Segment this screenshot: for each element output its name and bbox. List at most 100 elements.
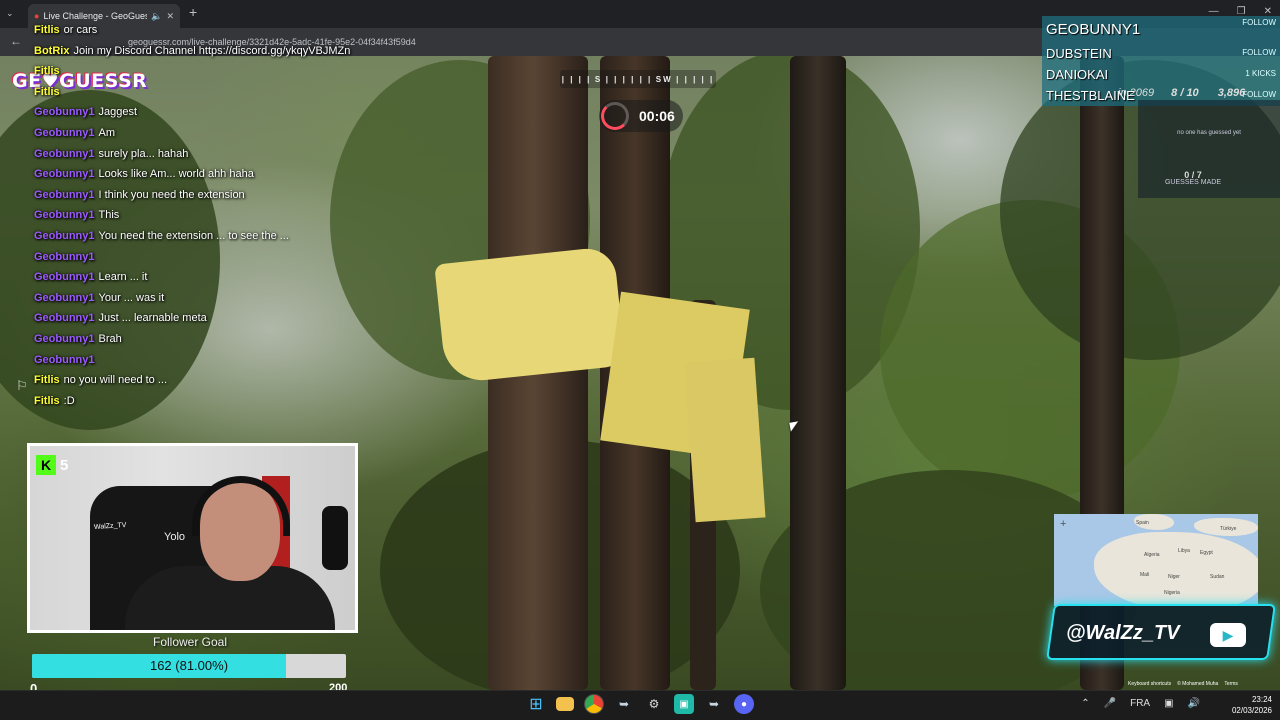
leaderboard-follow[interactable]: FOLLOW xyxy=(1242,48,1276,57)
network-icon[interactable]: ▣ xyxy=(1164,698,1173,709)
chat-message: Geobunny1 xyxy=(34,352,394,373)
leaderboard-follow[interactable]: 1 KICKS xyxy=(1245,69,1276,78)
yellow-prayer-cloth xyxy=(434,245,626,385)
yellow-prayer-cloth xyxy=(684,357,766,523)
chat-message: Geobunny1 Am xyxy=(34,125,394,146)
tree-trunk xyxy=(790,56,846,690)
chat-username[interactable]: Geobunny1 xyxy=(34,292,95,304)
language-indicator[interactable]: FRA xyxy=(1130,698,1150,709)
system-tray: ⌃ 🎤 FRA ▣ 🔊 xyxy=(1081,698,1200,709)
chat-text: Your ... was it xyxy=(98,291,165,304)
chat-text: Just ... learnable meta xyxy=(98,312,207,325)
timer-text: 00:06 xyxy=(639,108,675,124)
chat-icon: ⚐ xyxy=(16,378,28,393)
map-label: Algeria xyxy=(1144,552,1160,558)
chat-username[interactable]: Geobunny1 xyxy=(34,148,95,160)
chat-message: Fitlis:D xyxy=(34,393,394,414)
chat-username[interactable]: Fitlis xyxy=(34,395,60,407)
follower-goal-progress: 162 (81.00%) xyxy=(149,658,229,673)
chat-username[interactable]: Geobunny1 xyxy=(34,127,95,139)
microphone xyxy=(322,506,348,570)
chat-text: Brah xyxy=(98,332,122,345)
chat-username[interactable]: Geobunny1 xyxy=(34,312,95,324)
back-arrow-icon[interactable]: ← xyxy=(10,34,22,48)
chat-message: Geobunny1 I think you need the extension xyxy=(34,187,394,208)
chat-message: Geobunny1 Just ... learnable meta xyxy=(34,310,394,331)
file-explorer-icon[interactable] xyxy=(556,697,574,711)
compass: | | | | S | | | | | | SW | | | | | xyxy=(560,70,716,88)
round-label: in 2069 xyxy=(1118,87,1155,99)
chat-username[interactable]: Geobunny1 xyxy=(34,168,95,180)
chat-text: You need the extension ... to see the ..… xyxy=(98,229,289,242)
location-pin-icon: ● xyxy=(34,11,40,21)
chat-message: Fitlis no you will need to ... xyxy=(34,372,394,393)
chat-username[interactable]: Fitlis xyxy=(34,65,60,77)
close-icon[interactable]: ✕ xyxy=(166,11,174,22)
volume-icon[interactable]: 🔊 xyxy=(1188,698,1200,709)
microphone-icon[interactable]: 🎤 xyxy=(1104,698,1116,709)
chat-username[interactable]: Geobunny1 xyxy=(34,354,95,366)
guess-minimap[interactable]: Spain Türkiye Algeria Libya Egypt Mali N… xyxy=(1054,514,1258,606)
map-label: Niger xyxy=(1168,574,1180,580)
chat-message: Geobunny1 Jaggest xyxy=(34,104,394,125)
leaderboard-follow[interactable]: FOLLOW xyxy=(1242,18,1276,27)
plus-icon[interactable]: + xyxy=(189,4,197,20)
chevron-down-icon[interactable]: ⌄ xyxy=(6,8,14,19)
chat-message: Geobunny1 xyxy=(34,249,394,270)
chat-username[interactable]: Geobunny1 xyxy=(34,209,95,221)
steam-icon[interactable]: ➥ xyxy=(704,694,724,714)
map-footer: Keyboard shortcuts © Mohamed Muha Terms xyxy=(1128,681,1238,687)
chat-message: Fitlis xyxy=(34,63,394,84)
round-score: 3,896 xyxy=(1217,87,1246,99)
map-label: Türkiye xyxy=(1220,526,1237,532)
leaderboard-player: DUBSTEIN xyxy=(1046,46,1112,61)
chat-username[interactable]: Geobunny1 xyxy=(34,106,95,118)
chat-text: I think you need the extension xyxy=(98,188,245,201)
chat-text: Learn ... it xyxy=(98,271,148,284)
map-label: Mali xyxy=(1140,572,1150,578)
windows-start-icon[interactable]: ⊞ xyxy=(526,694,546,714)
compass-tick: | | | | | xyxy=(676,74,715,84)
compass-direction: S xyxy=(594,74,603,84)
stream-chat: Fitlis or cars BotRix Join my Discord Chann… xyxy=(34,22,394,413)
compass-direction: SW xyxy=(655,74,673,84)
chat-text: This xyxy=(98,209,120,222)
chat-message: Geobunny1 You need the extension ... to s… xyxy=(34,228,394,249)
steam-icon[interactable]: ➥ xyxy=(614,694,634,714)
chrome-icon[interactable] xyxy=(584,694,604,714)
timer-ring-icon xyxy=(601,102,629,130)
map-label: Egypt xyxy=(1200,550,1213,556)
chat-username[interactable]: Geobunny1 xyxy=(34,333,95,345)
chat-username[interactable]: BotRix xyxy=(34,45,69,57)
map-label: Libya xyxy=(1178,548,1190,554)
chat-message: Fitlis xyxy=(34,84,394,105)
taskbar-clock[interactable]: 23:24 02/03/2026 xyxy=(1232,694,1272,716)
settings-icon[interactable]: ⚙ xyxy=(644,694,664,714)
chat-message: Geobunny1 This xyxy=(34,207,394,228)
kick-viewers-badge: K 5 xyxy=(36,455,68,475)
chat-username[interactable]: Fitlis xyxy=(34,24,60,36)
chat-message: Geobunny1 Looks like Am... world ahh haha xyxy=(34,166,394,187)
terms-link[interactable]: Terms xyxy=(1224,681,1238,687)
chat-username[interactable]: Fitlis xyxy=(34,374,60,386)
leaderboard-follow[interactable]: FOLLOW xyxy=(1242,90,1276,99)
kick-viewer-count: 5 xyxy=(60,456,69,474)
map-zoom-in-button[interactable]: + xyxy=(1060,518,1066,530)
app-icon[interactable]: ▣ xyxy=(674,694,694,714)
map-label: Spain xyxy=(1136,520,1149,526)
streamer-webcam: Yolo WalZz_TV xyxy=(27,443,358,633)
chat-text: Jaggest xyxy=(98,106,138,119)
chat-username[interactable]: Geobunny1 xyxy=(34,271,95,283)
speaker-icon[interactable]: 🔈 xyxy=(151,11,162,22)
chat-text: Join my Discord Channel https://discord.… xyxy=(73,44,351,57)
chat-username[interactable]: Geobunny1 xyxy=(34,251,95,263)
discord-icon[interactable]: ● xyxy=(734,694,754,714)
chevron-up-icon[interactable]: ⌃ xyxy=(1081,698,1089,709)
chat-text: or cars xyxy=(63,24,98,36)
map-label: Nigeria xyxy=(1164,590,1180,596)
chat-username[interactable]: Geobunny1 xyxy=(34,230,95,242)
chat-username[interactable]: Geobunny1 xyxy=(34,189,95,201)
guesses-label: GUESSES MADE xyxy=(1164,179,1221,186)
keyboard-shortcuts-link[interactable]: Keyboard shortcuts xyxy=(1128,681,1171,687)
chat-username[interactable]: Fitlis xyxy=(34,86,60,98)
